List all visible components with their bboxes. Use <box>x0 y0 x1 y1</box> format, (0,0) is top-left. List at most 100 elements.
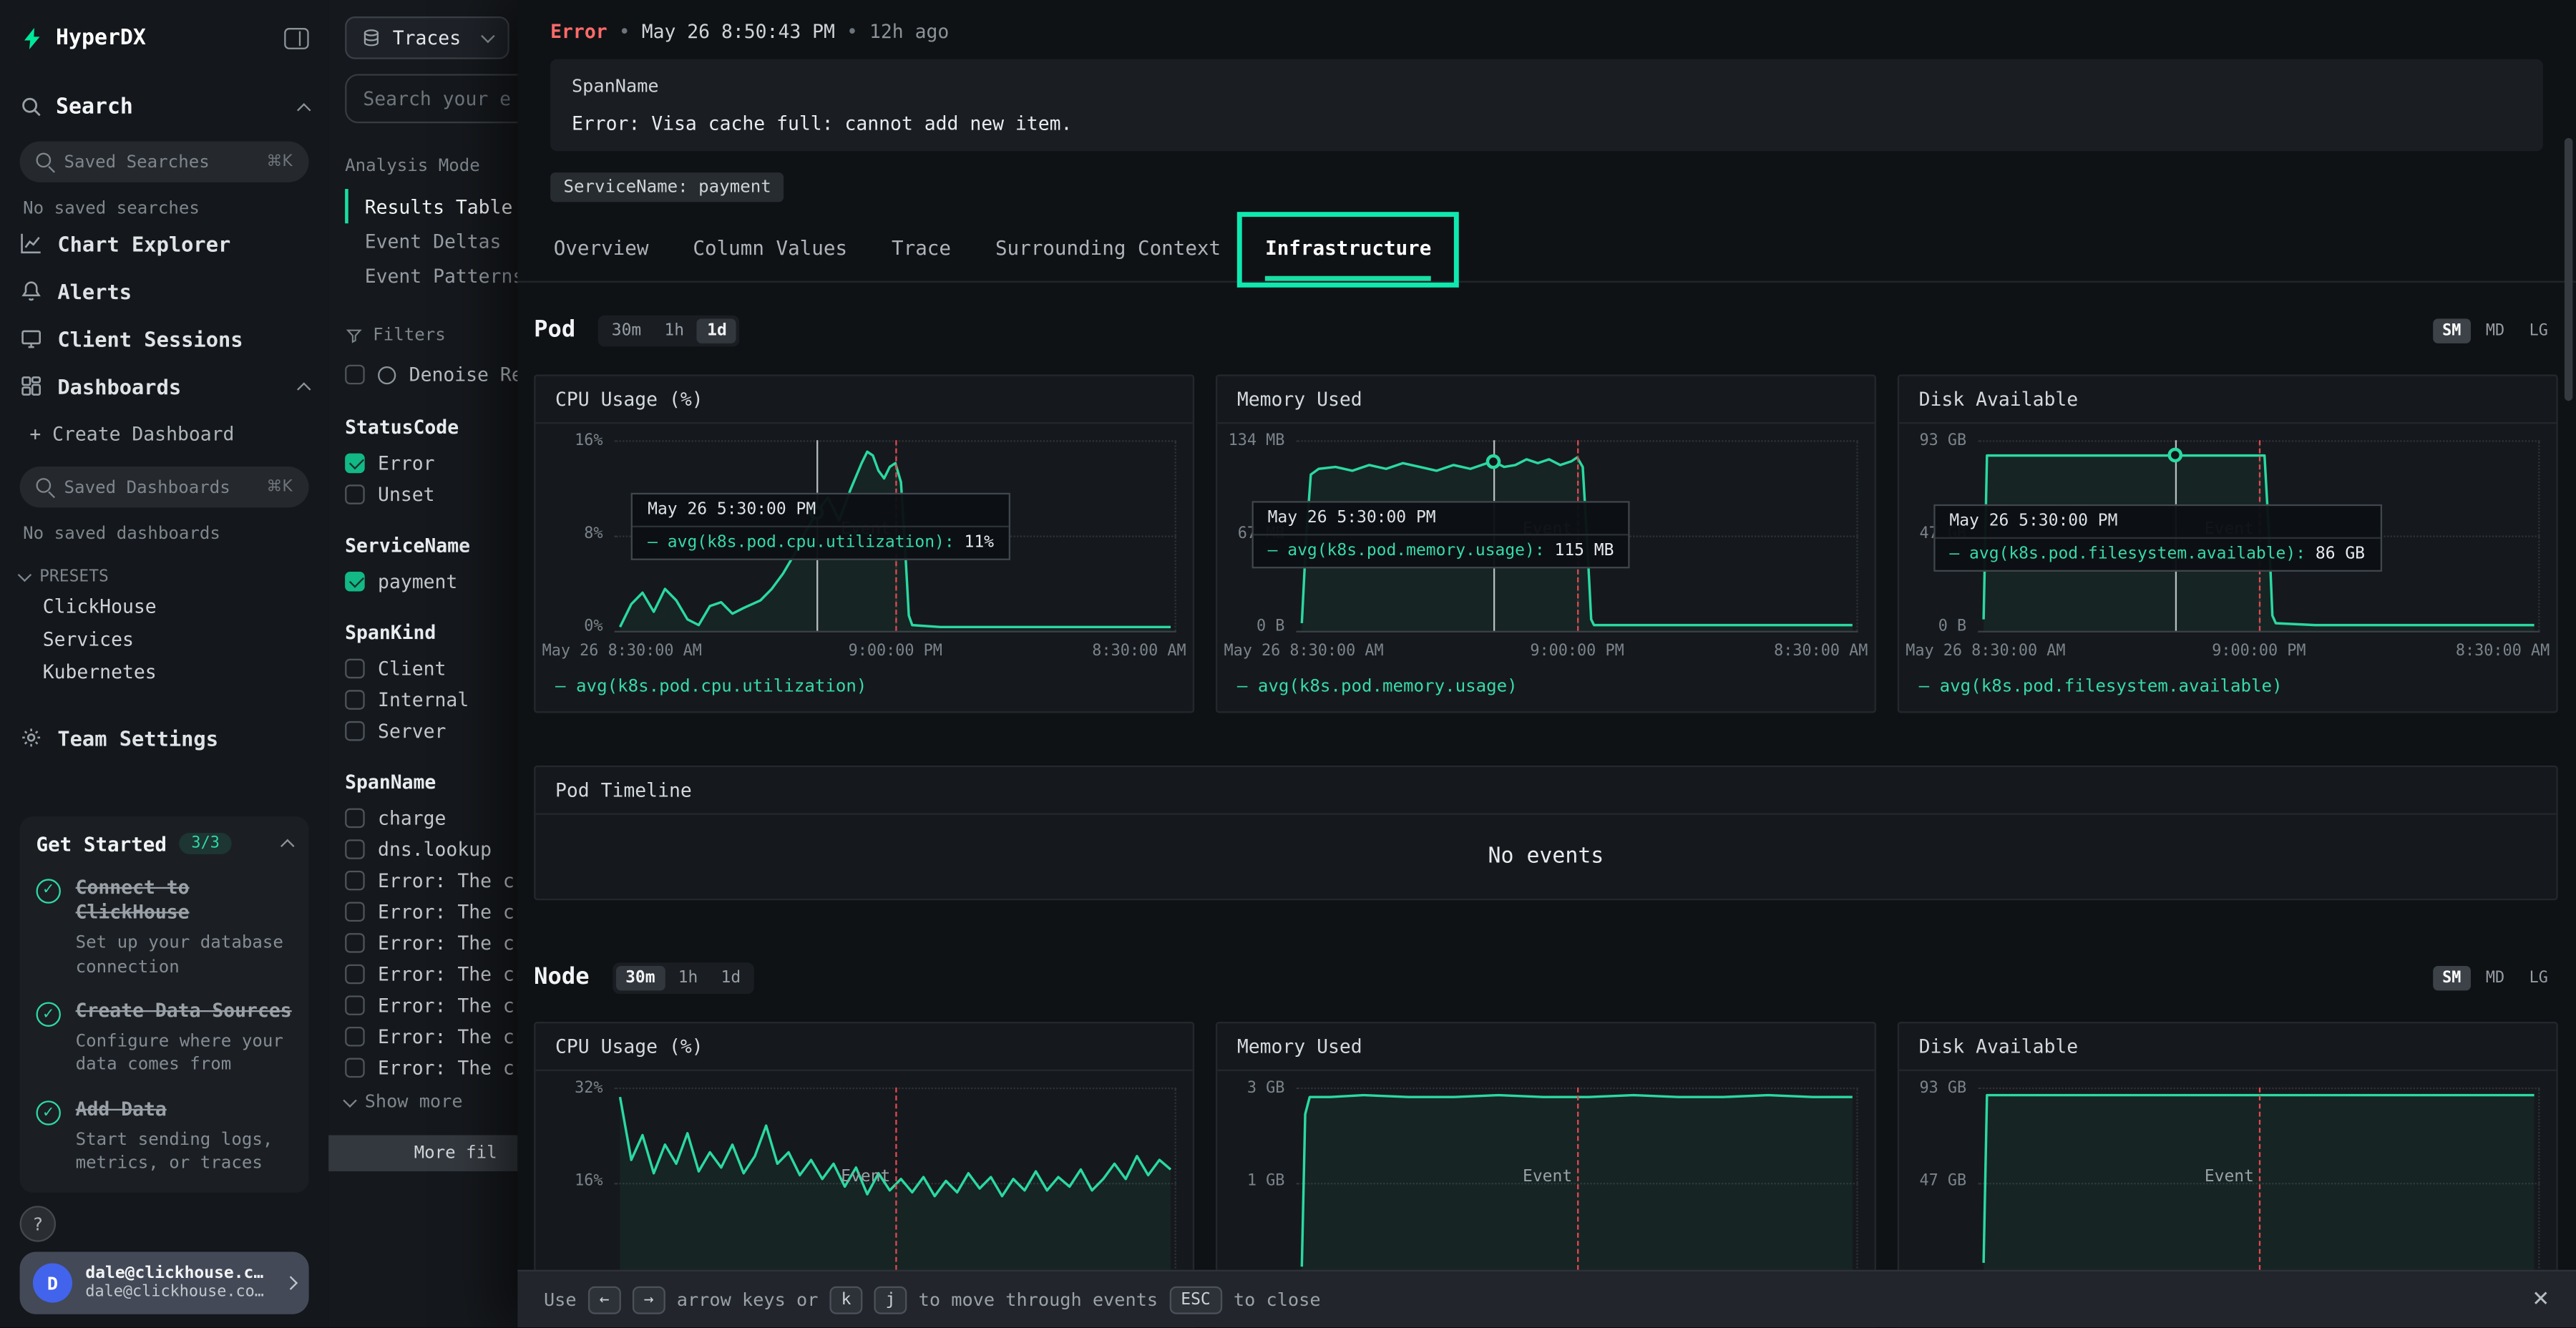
plot-area[interactable]: Event 32% 16% <box>615 1088 1176 1280</box>
y-axis-tick: 16% <box>540 434 602 451</box>
checkbox[interactable] <box>345 365 365 385</box>
plot-area[interactable]: Event May 26 5:30:00 PM — avg(k8s.pod.fi… <box>1978 440 2540 633</box>
hint-move: to move through events <box>919 1289 1158 1310</box>
plot-area[interactable]: Event May 26 5:30:00 PM — avg(k8s.pod.cp… <box>615 440 1176 633</box>
sidebar-item-client-sessions[interactable]: Client Sessions <box>20 316 309 361</box>
checkbox[interactable] <box>345 870 365 890</box>
chevron-up-icon[interactable] <box>280 839 294 853</box>
x-axis-tick: 8:30:00 AM <box>1092 643 1186 660</box>
range-1h-button[interactable]: 1h <box>668 965 708 990</box>
get-started-card: Get Started 3/3 ✓ Connect to ClickHouse … <box>20 816 309 1193</box>
tab-trace[interactable]: Trace <box>892 225 951 281</box>
chart-card-pod-disk: Disk Available Event <box>1898 374 2558 713</box>
help-button[interactable]: ? <box>20 1206 57 1242</box>
pod-timeline-title: Pod Timeline <box>535 767 2556 815</box>
checkbox[interactable] <box>345 571 365 591</box>
saved-searches-field[interactable] <box>64 152 257 172</box>
size-sm-button[interactable]: SM <box>2432 965 2471 990</box>
sidebar-item-dashboards[interactable]: Dashboards <box>20 363 309 409</box>
hint-use: Use <box>544 1289 577 1310</box>
chevron-up-icon[interactable] <box>297 102 311 116</box>
checkbox[interactable] <box>345 932 365 952</box>
checkbox[interactable] <box>345 964 365 984</box>
get-started-item-title: Connect to ClickHouse <box>76 875 293 926</box>
chevron-up-icon[interactable] <box>297 381 311 395</box>
sidebar-item-chart-explorer[interactable]: Chart Explorer <box>20 220 309 266</box>
checkbox[interactable] <box>345 839 365 859</box>
nav-label: Alerts <box>57 278 132 303</box>
y-axis-tick: 16% <box>540 1174 602 1192</box>
range-30m-button[interactable]: 30m <box>602 318 651 342</box>
y-axis-tick: 93 GB <box>1904 434 1966 451</box>
user-menu[interactable]: D dale@clickhouse.com dale@clickhouse.co… <box>20 1251 309 1314</box>
size-sm-button[interactable]: SM <box>2432 318 2471 342</box>
get-started-item[interactable]: ✓ Add Data Start sending logs, metrics, … <box>36 1098 293 1176</box>
close-icon[interactable]: ✕ <box>2532 1287 2550 1312</box>
pod-range-toggle: 30m 1h 1d <box>598 315 740 346</box>
size-lg-button[interactable]: LG <box>2519 318 2558 342</box>
size-md-button[interactable]: MD <box>2476 965 2514 990</box>
presets-toggle[interactable]: PRESETS <box>20 563 309 590</box>
scrollbar-thumb[interactable] <box>2565 138 2572 401</box>
event-marker-line <box>1577 1088 1579 1278</box>
tab-surrounding-context[interactable]: Surrounding Context <box>995 225 1221 281</box>
get-started-header[interactable]: Get Started 3/3 <box>36 833 293 856</box>
checkbox[interactable] <box>345 658 365 678</box>
range-1h-button[interactable]: 1h <box>655 318 694 342</box>
span-name-value: Error: Visa cache full: cannot add new i… <box>572 112 2522 135</box>
get-started-item[interactable]: ✓ Create Data Sources Configure where yo… <box>36 999 293 1078</box>
checkbox[interactable] <box>345 1026 365 1046</box>
filter-option-label: charge <box>378 806 446 829</box>
get-started-item-title: Create Data Sources <box>76 999 293 1025</box>
pod-title: Pod <box>534 317 575 343</box>
get-started-item[interactable]: ✓ Connect to ClickHouse Set up your data… <box>36 875 293 980</box>
kbd-shortcut: ⌘K <box>267 153 293 171</box>
sidebar-item-alerts[interactable]: Alerts <box>20 268 309 313</box>
range-30m-button[interactable]: 30m <box>615 965 665 990</box>
chart-title: Disk Available <box>1899 376 2556 424</box>
size-md-button[interactable]: MD <box>2476 318 2514 342</box>
checkbox[interactable] <box>345 1057 365 1077</box>
tab-infrastructure[interactable]: Infrastructure <box>1265 225 1431 281</box>
tooltip-series: — avg(k8s.pod.filesystem.available): <box>1949 546 2306 564</box>
tooltip-series: — avg(k8s.pod.memory.usage): <box>1268 542 1545 560</box>
sidebar-item-team-settings[interactable]: Team Settings <box>20 715 309 761</box>
saved-searches-input[interactable]: ⌘K <box>20 141 309 182</box>
database-icon <box>361 28 381 48</box>
chart-title: CPU Usage (%) <box>535 1023 1192 1071</box>
create-dashboard-button[interactable]: + Create Dashboard <box>29 417 308 450</box>
tab-column-values[interactable]: Column Values <box>693 225 847 281</box>
span-name-box: SpanName Error: Visa cache full: cannot … <box>550 59 2543 152</box>
preset-clickhouse[interactable]: ClickHouse <box>43 590 309 622</box>
plot-area[interactable]: Event 3 GB 1 GB <box>1296 1088 1858 1280</box>
preset-services[interactable]: Services <box>43 622 309 655</box>
checkbox[interactable] <box>345 689 365 709</box>
range-1d-button[interactable]: 1d <box>697 318 736 342</box>
plot-area[interactable]: Event 93 GB 47 GB <box>1978 1088 2540 1280</box>
checkbox[interactable] <box>345 484 365 504</box>
preset-kubernetes[interactable]: Kubernetes <box>43 655 309 688</box>
plot-area[interactable]: Event May 26 5:30:00 PM — avg(k8s.pod.me… <box>1296 440 1858 633</box>
brand-name: HyperDX <box>56 26 146 50</box>
collapse-sidebar-icon[interactable] <box>284 27 308 49</box>
saved-dashboards-input[interactable]: ⌘K <box>20 467 309 507</box>
checkbox[interactable] <box>345 995 365 1015</box>
checkbox[interactable] <box>345 807 365 827</box>
logo-row: HyperDX <box>20 16 309 59</box>
source-selector-button[interactable]: Traces <box>345 16 509 59</box>
checkbox[interactable] <box>345 721 365 741</box>
key-j: j <box>874 1286 907 1314</box>
service-name-tag[interactable]: ServiceName: payment <box>550 172 784 202</box>
sidebar-section-search[interactable]: Search <box>20 89 309 125</box>
tab-overview[interactable]: Overview <box>554 225 649 281</box>
size-lg-button[interactable]: LG <box>2519 965 2558 990</box>
saved-dashboards-field[interactable] <box>64 477 257 497</box>
range-1d-button[interactable]: 1d <box>711 965 751 990</box>
checkbox[interactable] <box>345 453 365 473</box>
y-axis-tick: 47 GB <box>1904 1174 1966 1192</box>
y-axis-tick: 0 B <box>1222 620 1284 638</box>
chevron-down-icon <box>18 568 31 582</box>
no-saved-searches-text: No saved searches <box>23 199 306 219</box>
y-axis-tick: 0% <box>540 620 602 638</box>
checkbox[interactable] <box>345 901 365 921</box>
